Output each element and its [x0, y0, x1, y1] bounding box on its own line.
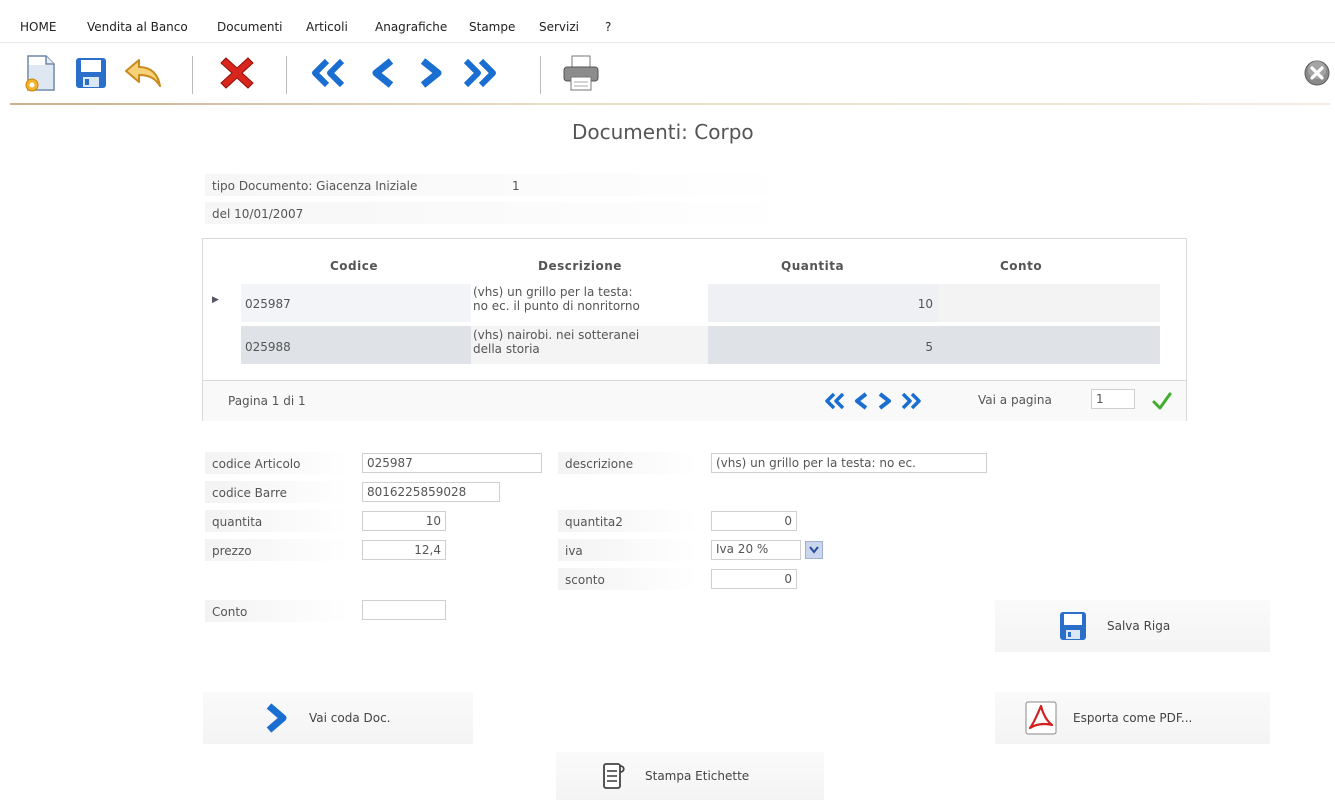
page-info: Pagina 1 di 1 — [228, 394, 306, 408]
iva-select[interactable]: Iva 20 % — [711, 540, 801, 560]
toolbar — [0, 44, 1335, 104]
export-pdf-label: Esporta come PDF... — [1073, 711, 1193, 725]
last-record-icon[interactable] — [456, 50, 502, 96]
save-icon — [1059, 611, 1087, 641]
new-document-icon[interactable] — [18, 50, 64, 96]
go-to-doc-end-label: Vai coda Doc. — [309, 711, 391, 725]
page-title: Documenti: Corpo — [572, 120, 754, 144]
labels-icon — [601, 760, 627, 792]
quantita-field[interactable]: 10 — [362, 511, 446, 531]
arrow-right-icon — [261, 703, 291, 733]
prezzo-field[interactable]: 12,4 — [362, 540, 446, 560]
goto-page-confirm-icon[interactable] — [1151, 391, 1173, 411]
quantita2-label: quantita2 — [565, 515, 623, 529]
menu-articoli[interactable]: Articoli — [306, 20, 348, 34]
conto-label: Conto — [212, 605, 248, 619]
table-row-cell-bg — [938, 326, 1160, 364]
save-icon[interactable] — [68, 50, 114, 96]
previous-record-icon[interactable] — [360, 50, 406, 96]
quantita2-field[interactable]: 0 — [711, 511, 797, 531]
delete-icon[interactable] — [214, 50, 260, 96]
sconto-field[interactable]: 0 — [711, 569, 797, 589]
column-header-descrizione[interactable]: Descrizione — [538, 259, 622, 273]
cell-descrizione-line1[interactable]: (vhs) un grillo per la testa: — [473, 285, 633, 299]
iva-select-value: Iva 20 % — [716, 542, 769, 556]
iva-label: iva — [565, 544, 583, 558]
chevron-down-icon[interactable] — [805, 541, 823, 559]
menu-documenti[interactable]: Documenti — [217, 20, 283, 34]
codice-articolo-label: codice Articolo — [212, 457, 301, 471]
pager-last-icon[interactable] — [899, 391, 923, 411]
row-selected-indicator-icon: ▶ — [212, 295, 219, 305]
codice-articolo-field[interactable]: 025987 — [362, 453, 542, 473]
cell-descrizione-line2[interactable]: della storia — [473, 342, 540, 356]
conto-field[interactable] — [362, 600, 446, 620]
next-record-icon[interactable] — [408, 50, 454, 96]
codice-barre-label: codice Barre — [212, 486, 288, 500]
menu-vendita-al-banco[interactable]: Vendita al Banco — [87, 20, 188, 34]
menu-servizi[interactable]: Servizi — [539, 20, 579, 34]
cell-codice[interactable]: 025988 — [245, 340, 291, 354]
document-lines-grid: Codice Descrizione Quantita Conto ▶ 0259… — [202, 238, 1187, 421]
cell-codice[interactable]: 025987 — [245, 297, 291, 311]
save-row-label: Salva Riga — [1107, 619, 1171, 633]
column-header-quantita[interactable]: Quantita — [781, 259, 844, 273]
go-to-doc-end-button[interactable]: Vai coda Doc. — [203, 692, 473, 744]
menu-bar: HOME Vendita al Banco Documenti Articoli… — [0, 8, 1335, 43]
descrizione-label: descrizione — [565, 457, 634, 471]
pager-first-icon[interactable] — [823, 391, 845, 411]
toolbar-divider — [10, 103, 1330, 105]
cell-quantita[interactable]: 5 — [903, 340, 933, 354]
grid-pager: Pagina 1 di 1 Vai a pagina 1 — [203, 380, 1186, 421]
doc-date-label: del 10/01/2007 — [212, 207, 304, 221]
menu-home[interactable]: HOME — [20, 20, 56, 34]
print-icon[interactable] — [558, 50, 604, 96]
column-header-conto[interactable]: Conto — [1000, 259, 1042, 273]
pager-next-icon[interactable] — [875, 391, 895, 411]
cell-quantita[interactable]: 10 — [903, 297, 933, 311]
goto-page-input[interactable]: 1 — [1091, 389, 1135, 409]
print-labels-label: Stampa Etichette — [645, 769, 750, 783]
toolbar-separator — [540, 56, 541, 94]
save-row-button[interactable]: Salva Riga — [995, 600, 1270, 652]
prezzo-label: prezzo — [212, 544, 252, 558]
first-record-icon[interactable] — [306, 50, 352, 96]
table-row-cell-bg — [938, 284, 1160, 322]
toolbar-separator — [192, 56, 193, 94]
doc-type-label: tipo Documento: Giacenza Iniziale — [212, 179, 418, 193]
menu-stampe[interactable]: Stampe — [469, 20, 515, 34]
toolbar-separator — [286, 56, 287, 94]
pdf-icon — [1025, 701, 1057, 735]
menu-anagrafiche[interactable]: Anagrafiche — [375, 20, 447, 34]
pager-previous-icon[interactable] — [851, 391, 871, 411]
column-header-codice[interactable]: Codice — [330, 259, 378, 273]
undo-icon[interactable] — [120, 50, 166, 96]
menu-help[interactable]: ? — [605, 20, 611, 34]
sconto-label: sconto — [565, 573, 605, 587]
cell-descrizione-line1[interactable]: (vhs) nairobi. nei sotteranei — [473, 328, 639, 342]
quantita-label: quantita — [212, 515, 263, 529]
close-icon[interactable] — [1300, 50, 1334, 96]
cell-descrizione-line2[interactable]: no ec. il punto di nonritorno — [473, 299, 640, 313]
goto-page-label: Vai a pagina — [978, 393, 1052, 407]
descrizione-field[interactable]: (vhs) un grillo per la testa: no ec. — [711, 453, 987, 473]
export-pdf-button[interactable]: Esporta come PDF... — [995, 692, 1270, 744]
codice-barre-field[interactable]: 8016225859028 — [362, 482, 500, 502]
print-labels-button[interactable]: Stampa Etichette — [556, 752, 824, 800]
doc-type-value: 1 — [512, 179, 520, 193]
